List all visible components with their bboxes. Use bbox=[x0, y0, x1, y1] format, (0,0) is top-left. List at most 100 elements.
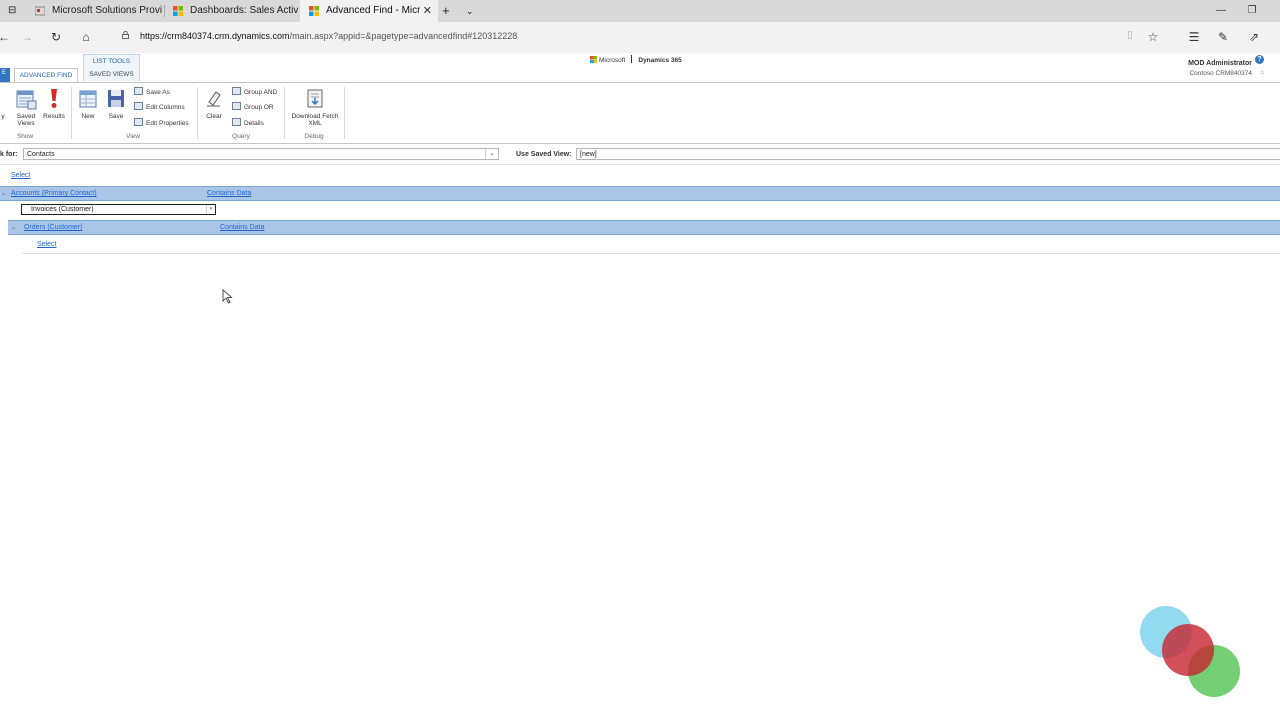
group-or-button[interactable]: Group OR bbox=[232, 102, 274, 111]
new-grid-icon bbox=[79, 90, 97, 108]
share-icon[interactable]: ⇗ bbox=[1246, 30, 1262, 44]
group-divider bbox=[284, 87, 285, 139]
tab-actions-icon: ⊟ bbox=[8, 5, 17, 16]
accounts-primary-contact-link[interactable]: Accounts (Primary Contact) bbox=[11, 190, 97, 197]
contains-data-link[interactable]: Contains Data bbox=[220, 224, 264, 231]
brand-app-name: Dynamics 365 bbox=[638, 57, 682, 64]
collapse-chevron-icon[interactable]: ⌄ bbox=[11, 224, 16, 231]
edit-columns-button[interactable]: Edit Columns bbox=[134, 102, 185, 111]
ribbon bbox=[0, 82, 1280, 144]
brand: Microsoft Dynamics 365 bbox=[590, 55, 682, 64]
ribbon-partial-button[interactable]: y bbox=[0, 113, 6, 120]
group-label-view: View bbox=[126, 133, 140, 140]
save-button[interactable]: Save bbox=[104, 88, 128, 120]
home-icon[interactable]: ⌂ bbox=[78, 30, 94, 44]
look-for-label: k for: bbox=[0, 151, 18, 158]
group-and-button[interactable]: Group AND bbox=[232, 87, 277, 96]
restore-button[interactable]: ❐ bbox=[1237, 0, 1267, 22]
favorites-hub-icon[interactable]: ☰ bbox=[1186, 30, 1202, 44]
file-tab[interactable]: E bbox=[0, 68, 10, 82]
clear-button[interactable]: Clear bbox=[202, 88, 226, 120]
group-or-label: Group OR bbox=[244, 104, 274, 111]
clear-label: Clear bbox=[206, 113, 222, 120]
new-label: New bbox=[81, 113, 95, 120]
new-tab-button[interactable]: + bbox=[442, 0, 458, 22]
save-as-icon bbox=[134, 87, 143, 95]
edit-columns-icon bbox=[134, 102, 143, 110]
edit-properties-label: Edit Properties bbox=[146, 120, 189, 127]
xml-download-icon bbox=[307, 89, 323, 108]
list-tools-context-tab[interactable]: LIST TOOLS SAVED VIEWS bbox=[83, 54, 140, 81]
tab-list-chevron-icon[interactable]: ⌄ bbox=[466, 0, 478, 22]
mouse-cursor-icon bbox=[222, 289, 233, 304]
collapse-chevron-icon[interactable]: ⌄ bbox=[1, 190, 6, 197]
browser-tab-3-active[interactable]: Advanced Find - Micros ✕ bbox=[300, 0, 438, 22]
microsoft-logo-icon bbox=[590, 56, 597, 63]
saved-views-icon bbox=[16, 90, 37, 110]
save-as-label: Save As bbox=[146, 89, 170, 96]
group-divider bbox=[344, 87, 345, 139]
save-as-button[interactable]: Save As bbox=[134, 87, 170, 96]
user-name[interactable]: MOD Administrator bbox=[1188, 60, 1252, 67]
group-label-debug: Debug bbox=[304, 133, 324, 140]
use-saved-view-select[interactable]: [new] bbox=[576, 148, 1280, 160]
microsoft-logo-icon bbox=[173, 6, 183, 16]
lock-icon bbox=[122, 31, 129, 39]
address-bar: ← → ↻ ⌂ https://crm840374.crm.dynamics.c… bbox=[0, 22, 1280, 54]
saved-view-value: [new] bbox=[580, 151, 597, 158]
tab-title: Microsoft Solutions Provide bbox=[52, 5, 162, 16]
brand-divider bbox=[631, 55, 633, 63]
group-divider bbox=[71, 87, 72, 139]
saved-views-label: Saved Views bbox=[16, 113, 36, 127]
contains-data-link[interactable]: Contains Data bbox=[207, 190, 251, 197]
back-icon[interactable]: ← bbox=[0, 30, 12, 44]
use-saved-view-label: Use Saved View: bbox=[516, 151, 572, 158]
details-icon bbox=[232, 118, 241, 126]
new-view-button[interactable]: New bbox=[76, 88, 100, 120]
minimize-button[interactable]: — bbox=[1206, 0, 1236, 22]
refresh-icon[interactable]: ↻ bbox=[48, 30, 64, 44]
chevron-down-icon[interactable]: ⌄ bbox=[485, 149, 498, 159]
group-and-icon bbox=[232, 87, 241, 95]
download-fetch-label: Download Fetch XML bbox=[291, 113, 339, 127]
tab-saved-views[interactable]: SAVED VIEWS bbox=[84, 71, 139, 78]
url-field[interactable]: https://crm840374.crm.dynamics.com/main.… bbox=[140, 31, 517, 41]
floppy-disk-icon bbox=[108, 90, 124, 107]
forward-icon[interactable]: → bbox=[19, 30, 35, 44]
reading-view-icon[interactable]: ▯ bbox=[1122, 30, 1138, 41]
browser-tab-1[interactable]: Microsoft Solutions Provide bbox=[26, 0, 164, 22]
select-field-link[interactable]: Select bbox=[11, 172, 30, 179]
browser-tab-2[interactable]: Dashboards: Sales Activity D bbox=[164, 0, 300, 22]
favorite-star-icon[interactable]: ☆ bbox=[1145, 30, 1161, 44]
group-divider bbox=[197, 87, 198, 139]
results-button[interactable]: Results bbox=[42, 88, 66, 120]
file-tab-label: E bbox=[2, 70, 7, 76]
orders-subquery-area bbox=[22, 237, 1280, 254]
saved-views-button[interactable]: Saved Views bbox=[12, 88, 40, 127]
select-field-link[interactable]: Select bbox=[37, 241, 56, 248]
tab-actions-button[interactable]: ⊟ bbox=[0, 0, 26, 22]
url-path: /main.aspx?appid=&pagetype=advancedfind#… bbox=[289, 31, 518, 41]
eraser-icon bbox=[207, 91, 221, 107]
query-row-accounts[interactable]: ⌄ Accounts (Primary Contact) Contains Da… bbox=[0, 186, 1280, 201]
edit-properties-button[interactable]: Edit Properties bbox=[134, 118, 189, 127]
decorative-circles-logo bbox=[1140, 606, 1240, 697]
web-note-pen-icon[interactable]: ✎ bbox=[1215, 30, 1231, 44]
close-tab-icon[interactable]: ✕ bbox=[423, 0, 432, 22]
look-for-value: Contacts bbox=[27, 151, 55, 158]
chevron-down-icon[interactable]: ▾ bbox=[206, 205, 215, 214]
user-menu-caret-icon[interactable]: ⌂ bbox=[1260, 70, 1264, 76]
look-for-select[interactable]: Contacts ⌄ bbox=[23, 148, 499, 160]
tab-title: Dashboards: Sales Activity D bbox=[190, 5, 298, 16]
orders-customer-link[interactable]: Orders (Customer) bbox=[24, 224, 82, 231]
query-row-orders[interactable]: ⌄ Orders (Customer) Contains Data bbox=[8, 220, 1280, 235]
tab-title: Advanced Find - Micros bbox=[326, 5, 420, 16]
help-icon[interactable]: ? bbox=[1255, 55, 1264, 64]
microsoft-logo-icon bbox=[309, 6, 319, 16]
url-host: https://crm840374.crm.dynamics.com bbox=[140, 31, 290, 41]
group-label-query: Query bbox=[232, 133, 250, 140]
details-button[interactable]: Details bbox=[232, 118, 264, 127]
download-fetch-xml-button[interactable]: Download Fetch XML bbox=[288, 88, 342, 127]
page-favicon-icon bbox=[35, 6, 45, 16]
related-entity-select[interactable]: Invoices (Customer) ▾ bbox=[21, 204, 216, 215]
